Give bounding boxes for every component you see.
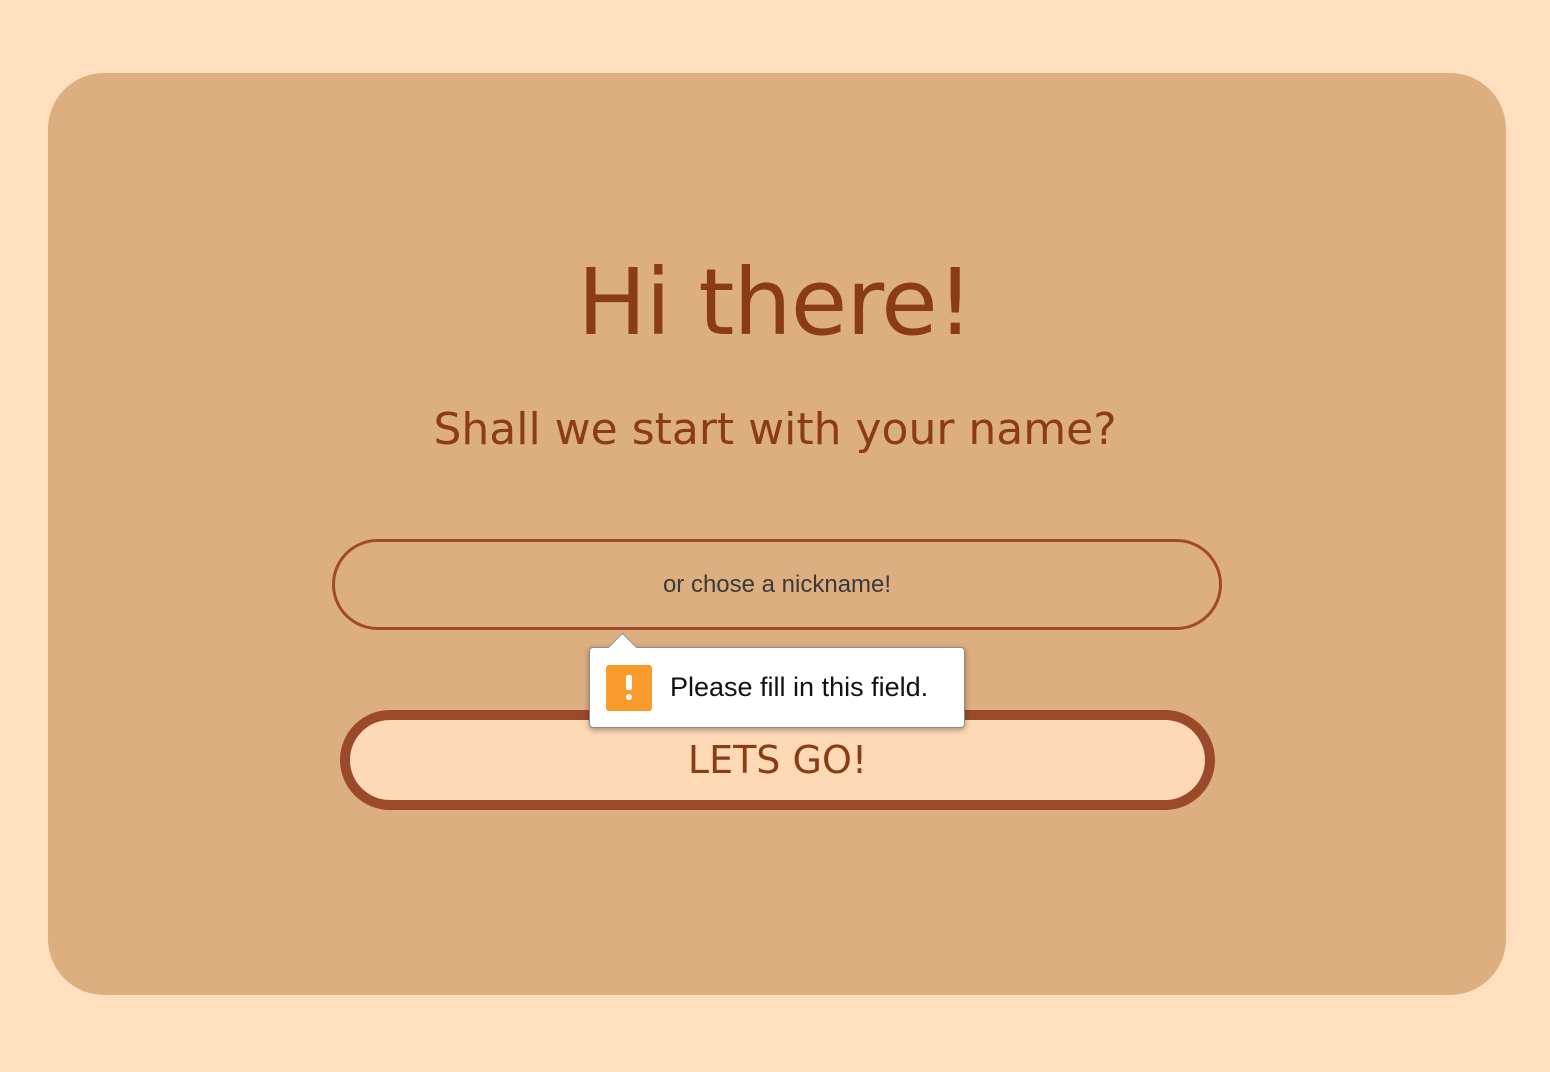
page-title: Hi there! (577, 249, 973, 356)
page-subtitle: Shall we start with your name? (433, 404, 1117, 455)
warning-icon (606, 664, 652, 711)
validation-tooltip: Please fill in this field. (589, 632, 965, 728)
welcome-card (48, 73, 1506, 995)
validation-message: Please fill in this field. (670, 672, 929, 702)
name-input[interactable] (332, 539, 1222, 630)
